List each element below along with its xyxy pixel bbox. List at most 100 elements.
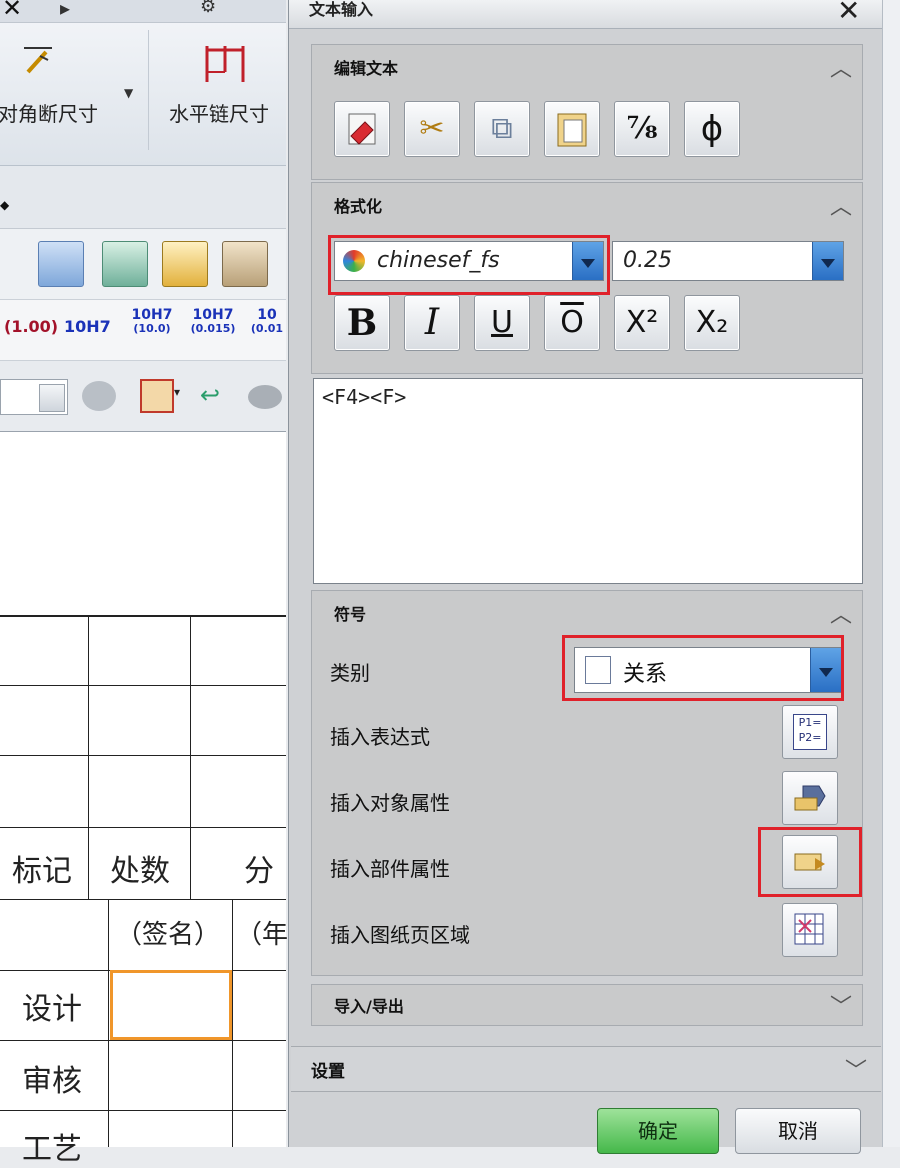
close-icon[interactable]: ✕ bbox=[2, 0, 22, 22]
ribbon-button-label: 对角断尺寸 bbox=[0, 102, 98, 126]
superscript-icon: X² bbox=[625, 305, 659, 340]
ribbon-button-label: 水平链尺寸 bbox=[169, 102, 269, 126]
point-snap-icon[interactable] bbox=[140, 379, 174, 413]
filter-dropdown[interactable] bbox=[0, 379, 68, 415]
symbol-group: 符号 ︿ 类别 关系 插入表达式 P1= P2= 插入对象属性 插入部件属性 插入… bbox=[311, 590, 863, 976]
tolerance-toolbar: (1.00) 10H7 10H7 (10.0) 10H7 (0.015) 10 … bbox=[0, 300, 286, 361]
text-editor[interactable]: <F4><F> bbox=[313, 378, 863, 584]
tolerance-button[interactable]: 10H7 bbox=[64, 319, 111, 335]
tolerance-sub: (0.015) bbox=[190, 322, 236, 335]
title-block-cell: 分 bbox=[244, 854, 274, 889]
dropdown-arrow-icon[interactable]: ▾ bbox=[174, 385, 180, 399]
text-content: <F4><F> bbox=[322, 385, 407, 409]
grid-line bbox=[0, 685, 286, 686]
edit-table-icon[interactable] bbox=[222, 241, 268, 287]
fraction-icon: ⅞ bbox=[626, 111, 658, 146]
dropdown-arrow-icon[interactable] bbox=[812, 242, 843, 280]
settings-group[interactable]: 设置 ﹀ bbox=[291, 1046, 881, 1092]
italic-button[interactable]: I bbox=[404, 295, 460, 351]
drawing-sheet-icon[interactable] bbox=[38, 241, 84, 287]
dropdown-arrow-icon[interactable] bbox=[39, 384, 65, 412]
import-export-group[interactable]: 导入/导出 ﹀ bbox=[311, 984, 863, 1026]
chevron-down-icon[interactable]: ﹀ bbox=[845, 1053, 867, 1085]
ribbon-arrow-icon[interactable]: ▸ bbox=[60, 0, 70, 20]
highlight-box bbox=[328, 235, 610, 295]
group-header[interactable]: 符号 ︿ bbox=[312, 591, 862, 631]
grid-line bbox=[0, 1040, 286, 1041]
dropdown-arrow-icon[interactable]: ▼ bbox=[124, 86, 133, 100]
undo-icon[interactable]: ↩ bbox=[200, 381, 220, 409]
title-block-cell: （年 bbox=[236, 920, 289, 950]
copy-button[interactable]: ⧉ bbox=[474, 101, 530, 157]
title-block-cell: 标记 bbox=[12, 854, 72, 889]
insert-sheet-zone-button[interactable] bbox=[782, 903, 838, 957]
grid-line bbox=[190, 615, 191, 900]
group-header[interactable]: 格式化 ︿ bbox=[312, 183, 862, 223]
ok-button[interactable]: 确定 bbox=[597, 1108, 719, 1154]
insert-object-attribute-button[interactable] bbox=[782, 771, 838, 825]
horizontal-chain-dimension-button[interactable]: 水平链尺寸 bbox=[165, 40, 285, 140]
category-label: 类别 bbox=[330, 661, 370, 685]
insert-part-attribute-label: 插入部件属性 bbox=[330, 857, 450, 881]
subscript-button[interactable]: X₂ bbox=[684, 295, 740, 351]
eraser-icon bbox=[335, 102, 389, 156]
sheet-zone-icon bbox=[793, 912, 825, 946]
overline-button[interactable]: O bbox=[544, 295, 600, 351]
bold-icon: B bbox=[346, 302, 378, 344]
chevron-down-icon[interactable]: ﹀ bbox=[830, 989, 852, 1021]
title-block-cell: 工艺 bbox=[22, 1132, 82, 1167]
grid-line bbox=[232, 899, 233, 1147]
table-icon[interactable] bbox=[162, 241, 208, 287]
tolerance-button[interactable]: 10 (0.01 bbox=[250, 308, 284, 336]
font-size-dropdown[interactable]: 0.25 bbox=[612, 241, 844, 281]
tolerance-main: 10 bbox=[257, 308, 277, 323]
paste-icon bbox=[545, 102, 599, 156]
drawing-canvas[interactable]: 标记 处数 分 （签名） （年 设计 审核 工艺 bbox=[0, 432, 289, 1167]
font-size-value: 0.25 bbox=[623, 248, 672, 273]
tolerance-sub: (0.01 bbox=[250, 322, 284, 335]
expression-icon: P1= P2= bbox=[793, 714, 827, 750]
insert-expression-button[interactable]: P1= P2= bbox=[782, 705, 838, 759]
grid-line bbox=[108, 899, 109, 1147]
italic-icon: I bbox=[424, 302, 440, 343]
superscript-button[interactable]: X² bbox=[614, 295, 670, 351]
ribbon-separator bbox=[148, 30, 149, 150]
collapse-arrow-icon[interactable]: ◆ bbox=[0, 198, 9, 212]
diameter-icon: ϕ bbox=[700, 109, 724, 149]
tolerance-main: 10H7 bbox=[131, 307, 173, 323]
group-header[interactable]: 编辑文本 ︿ bbox=[312, 45, 862, 85]
title-block-cell: 审核 bbox=[22, 1064, 82, 1099]
chevron-up-icon[interactable]: ︿ bbox=[830, 189, 852, 221]
group-title: 导入/导出 bbox=[334, 997, 404, 1016]
insert-diameter-button[interactable]: ϕ bbox=[684, 101, 740, 157]
clear-text-button[interactable] bbox=[334, 101, 390, 157]
tolerance-main: 10H7 bbox=[192, 307, 234, 323]
paste-button[interactable] bbox=[544, 101, 600, 157]
tolerance-sub: (10.0) bbox=[133, 322, 171, 335]
tolerance-button[interactable]: (1.00) bbox=[4, 319, 58, 335]
diagonal-dimension-button[interactable]: 对角断尺寸 ▼ bbox=[0, 40, 138, 140]
toolbar-row bbox=[0, 229, 286, 300]
selection-toolbar: ▾ ↩ bbox=[0, 361, 286, 432]
tolerance-button[interactable]: 10H7 (0.015) bbox=[186, 308, 240, 336]
group-title: 符号 bbox=[334, 605, 367, 624]
highlight-box bbox=[758, 827, 862, 897]
tolerance-button[interactable]: 10H7 (10.0) bbox=[126, 308, 178, 336]
view-icon[interactable] bbox=[248, 385, 282, 409]
chevron-up-icon[interactable]: ︿ bbox=[830, 597, 852, 629]
title-block-cell: 设计 bbox=[22, 992, 82, 1027]
group-title: 编辑文本 bbox=[334, 59, 399, 78]
layers-icon[interactable] bbox=[102, 241, 148, 287]
close-icon[interactable]: ✕ bbox=[837, 0, 860, 27]
cut-button[interactable]: ✂ bbox=[404, 101, 460, 157]
chevron-up-icon[interactable]: ︿ bbox=[830, 51, 852, 83]
insert-object-attribute-label: 插入对象属性 bbox=[330, 791, 450, 815]
ribbon-command-icon[interactable]: ⚙ bbox=[200, 0, 216, 17]
selected-cell[interactable] bbox=[110, 970, 232, 1040]
bold-button[interactable]: B bbox=[334, 295, 390, 351]
snap-icon[interactable] bbox=[82, 381, 116, 411]
remove-format-button[interactable]: ⅞ bbox=[614, 101, 670, 157]
underline-button[interactable]: U bbox=[474, 295, 530, 351]
grid-line bbox=[0, 755, 286, 756]
cancel-button[interactable]: 取消 bbox=[735, 1108, 861, 1154]
